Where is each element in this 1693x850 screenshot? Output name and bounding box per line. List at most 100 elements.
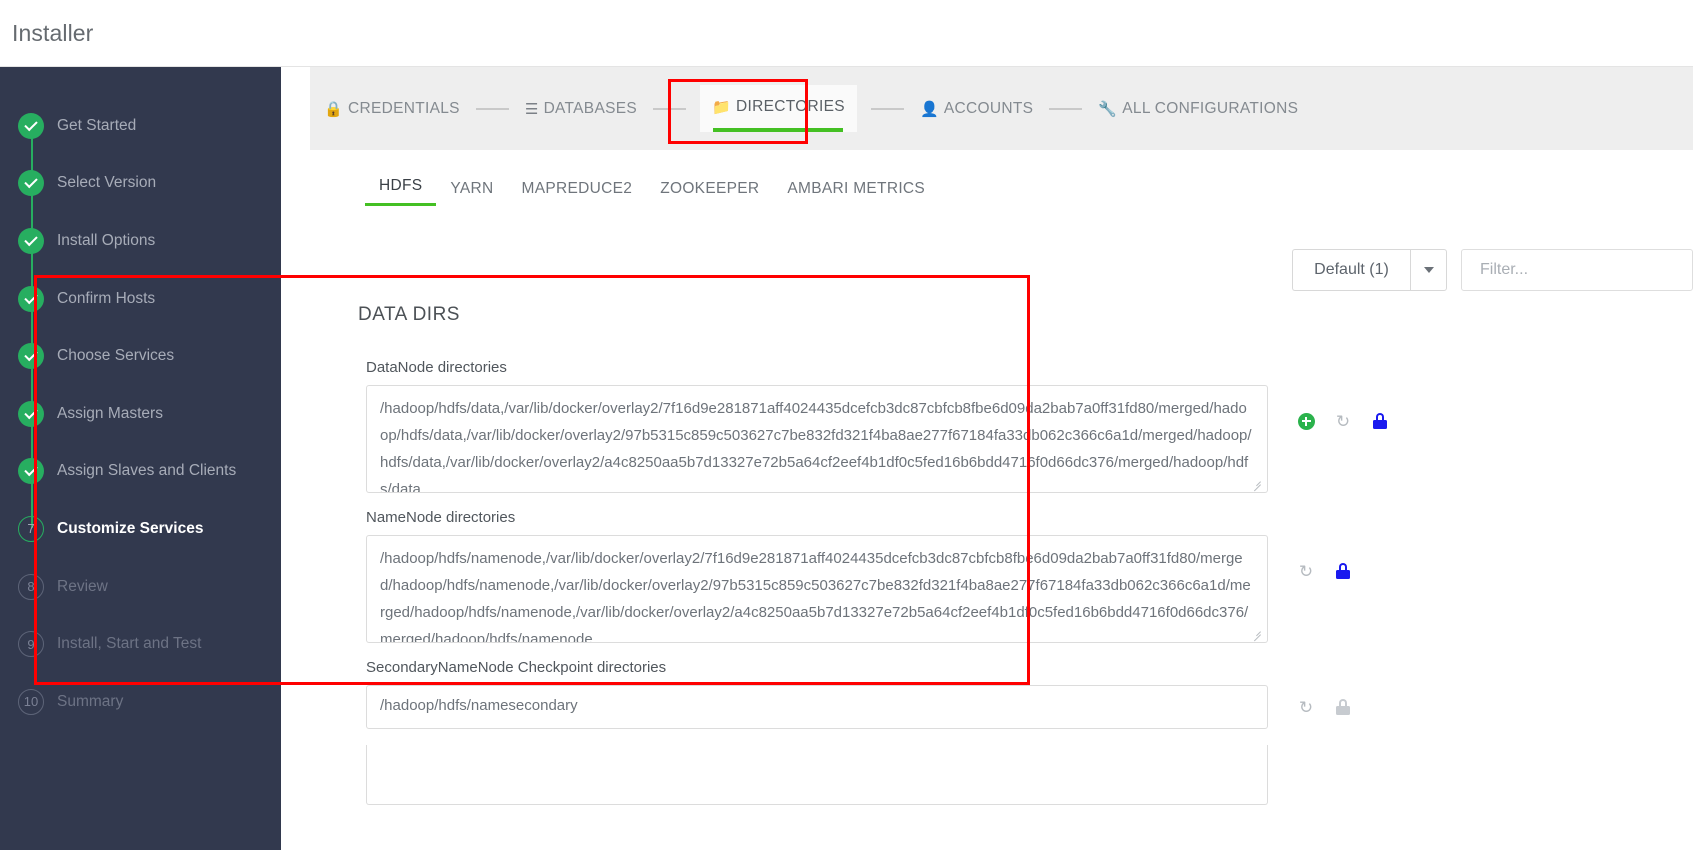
nav-item-label: CREDENTIALS — [347, 99, 460, 117]
config-group-label[interactable]: Default (1) — [1292, 249, 1410, 291]
step-complete-check-icon — [18, 343, 44, 370]
nav-item-label: ALL CONFIGURATIONS — [1122, 99, 1299, 117]
sidebar-step-label: Assign Slaves and Clients — [57, 462, 237, 480]
lock-icon[interactable] — [1370, 411, 1390, 431]
step-number-badge: 9 — [18, 631, 44, 658]
step-complete-check-icon — [18, 112, 44, 139]
lock-icon: 🔒 — [324, 100, 343, 118]
step-complete-check-icon — [18, 458, 44, 485]
user-icon: 👤 — [919, 100, 939, 118]
sidebar-step-confirm-hosts[interactable]: Confirm Hosts — [0, 270, 281, 328]
nav-item-content: 📁 DIRECTORIES — [710, 94, 847, 120]
nav-item-databases[interactable]: ☰ DATABASES — [523, 96, 639, 122]
sidebar-step-label: Get Started — [57, 116, 137, 134]
wrench-icon: 🔧 — [1098, 100, 1118, 118]
sidebar-step-review[interactable]: 8 Review — [0, 558, 281, 616]
nav-item-directories[interactable]: 📁 DIRECTORIES — [700, 85, 857, 132]
config-field-textarea[interactable]: /hadoop/hdfs/namenode,/var/lib/docker/ov… — [366, 535, 1268, 643]
nav-item-label: DATABASES — [543, 99, 637, 117]
config-field-actions: ↻ — [1296, 411, 1390, 431]
sidebar-step-choose-services[interactable]: Choose Services — [0, 327, 281, 385]
nav-item-all-configurations[interactable]: 🔧 ALL CONFIGURATIONS — [1096, 96, 1300, 122]
sidebar-step-label: Review — [57, 577, 108, 595]
check-icon — [24, 290, 38, 304]
wizard-sidebar: Get Started Select Version Install Options… — [0, 67, 281, 850]
sidebar-step-summary[interactable]: 10 Summary — [0, 673, 281, 731]
check-icon — [24, 463, 38, 477]
tab-mapreduce2[interactable]: MAPREDUCE2 — [508, 180, 647, 206]
app-header: Installer — [0, 0, 1693, 67]
config-group-caret-button[interactable] — [1410, 249, 1447, 291]
sidebar-step-select-version[interactable]: Select Version — [0, 155, 281, 213]
config-section-nav: 🔒 CREDENTIALS ☰ DATABASES 📁 DIRECTORIES 👤 ACCOU… — [310, 67, 1693, 150]
nav-item-label: DIRECTORIES — [735, 98, 845, 115]
sidebar-step-label: Assign Masters — [57, 404, 163, 422]
step-number-badge: 10 — [18, 688, 44, 715]
main-content: 🔒 CREDENTIALS ☰ DATABASES 📁 DIRECTORIES 👤 ACCOU… — [281, 67, 1693, 850]
config-field-actions: ↻ — [1296, 561, 1353, 581]
nav-item-credentials[interactable]: 🔒 CREDENTIALS — [322, 96, 462, 122]
tab-zookeeper[interactable]: ZOOKEEPER — [646, 180, 773, 206]
nav-separator — [1049, 107, 1083, 110]
config-field: NameNode directories/hadoop/hdfs/namenod… — [366, 509, 1666, 643]
next-property-field-partial[interactable] — [366, 745, 1268, 805]
nav-active-underline — [713, 128, 844, 132]
config-field-actions: ↻ — [1296, 697, 1353, 717]
folder-icon: 📁 — [712, 99, 731, 116]
check-icon — [24, 117, 38, 132]
sidebar-step-label: Confirm Hosts — [57, 289, 156, 307]
nav-separator — [870, 107, 904, 110]
config-field-label: NameNode directories — [366, 509, 516, 526]
lock-icon[interactable] — [1333, 561, 1353, 581]
chevron-down-icon — [1423, 267, 1434, 273]
nav-item-label: ACCOUNTS — [943, 99, 1034, 117]
sidebar-step-install-options[interactable]: Install Options — [0, 212, 281, 270]
config-field-textarea[interactable]: /hadoop/hdfs/namesecondary — [366, 685, 1268, 729]
nav-separator — [653, 107, 686, 110]
nav-separator — [475, 107, 509, 110]
add-icon[interactable] — [1296, 411, 1316, 431]
sidebar-step-assign-slaves-and-clients[interactable]: Assign Slaves and Clients — [0, 443, 281, 501]
config-field-label: DataNode directories — [366, 359, 507, 376]
step-complete-check-icon — [18, 227, 44, 254]
sidebar-step-get-started[interactable]: Get Started — [0, 97, 281, 155]
database-icon: ☰ — [524, 100, 539, 118]
sidebar-step-label: Install Options — [57, 231, 156, 249]
section-title: DATA DIRS — [358, 304, 460, 325]
config-fields: DataNode directories/hadoop/hdfs/data,/v… — [366, 359, 1666, 745]
app-title: Installer — [12, 19, 94, 46]
step-number-badge: 7 — [18, 515, 44, 542]
config-field-textarea[interactable]: /hadoop/hdfs/data,/var/lib/docker/overla… — [366, 385, 1268, 493]
filter-input[interactable] — [1461, 249, 1693, 291]
step-complete-check-icon — [18, 285, 44, 312]
service-tab-list: HDFS YARN MAPREDUCE2 ZOOKEEPER AMBARI METRIC… — [365, 177, 939, 206]
tab-yarn[interactable]: YARN — [436, 180, 507, 206]
wizard-step-list: Get Started Select Version Install Options… — [0, 67, 281, 731]
tab-hdfs[interactable]: HDFS — [365, 177, 437, 206]
check-icon — [24, 232, 38, 247]
sidebar-step-assign-masters[interactable]: Assign Masters — [0, 385, 281, 443]
step-complete-check-icon — [18, 170, 44, 197]
revert-icon[interactable]: ↻ — [1333, 411, 1353, 431]
installer-page: Installer Get Started Select Version Insta… — [0, 0, 1693, 850]
sidebar-step-label: Customize Services — [57, 519, 204, 537]
config-field: SecondaryNameNode Checkpoint directories… — [366, 659, 1666, 729]
config-field: DataNode directories/hadoop/hdfs/data,/v… — [366, 359, 1666, 493]
check-icon — [24, 175, 38, 189]
check-icon — [24, 347, 38, 362]
sidebar-step-customize-services[interactable]: 7 Customize Services — [0, 500, 281, 558]
nav-item-accounts[interactable]: 👤 ACCOUNTS — [918, 96, 1035, 122]
tab-ambari-metrics[interactable]: AMBARI METRICS — [773, 180, 939, 206]
sidebar-step-label: Summary — [57, 692, 124, 710]
step-complete-check-icon — [18, 400, 44, 427]
lock-icon — [1333, 697, 1353, 717]
check-icon — [24, 405, 38, 419]
config-group-dropdown[interactable]: Default (1) — [1292, 249, 1447, 291]
sidebar-step-install-start-and-test[interactable]: 9 Install, Start and Test — [0, 615, 281, 673]
step-number-badge: 8 — [18, 573, 44, 600]
sidebar-step-label: Install, Start and Test — [57, 635, 202, 653]
config-field-label: SecondaryNameNode Checkpoint directories — [366, 659, 667, 676]
revert-icon[interactable]: ↻ — [1296, 697, 1316, 717]
sidebar-step-label: Choose Services — [57, 347, 175, 365]
revert-icon[interactable]: ↻ — [1296, 561, 1316, 581]
